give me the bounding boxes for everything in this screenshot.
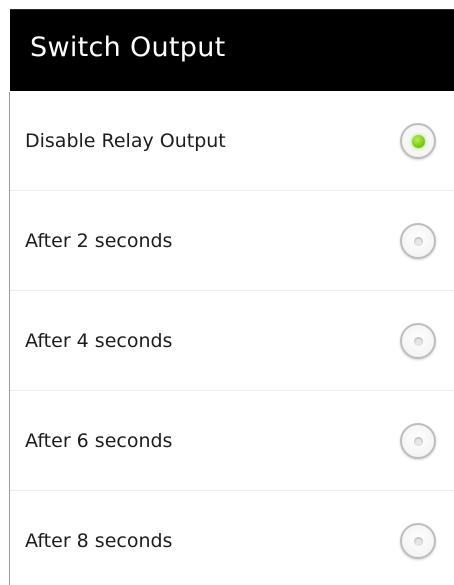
option-list: Disable Relay Output After 2 seconds Aft… (10, 91, 454, 585)
radio-button[interactable] (400, 323, 436, 359)
status-bar-remnant (0, 0, 454, 9)
radio-button[interactable] (400, 223, 436, 259)
screen: Switch Output Disable Relay Output After… (0, 0, 454, 585)
radio-button[interactable] (400, 423, 436, 459)
option-label: After 2 seconds (25, 230, 173, 252)
option-after-4-seconds[interactable]: After 4 seconds (10, 291, 454, 391)
option-label: Disable Relay Output (25, 130, 226, 152)
radio-button[interactable] (400, 523, 436, 559)
radio-unselected-icon (413, 236, 423, 246)
switch-output-dialog: Switch Output Disable Relay Output After… (0, 9, 454, 585)
option-label: After 4 seconds (25, 330, 173, 352)
option-label: After 8 seconds (25, 530, 173, 552)
dialog-title: Switch Output (30, 32, 226, 63)
option-after-2-seconds[interactable]: After 2 seconds (10, 191, 454, 291)
radio-unselected-icon (413, 436, 423, 446)
option-after-6-seconds[interactable]: After 6 seconds (10, 391, 454, 491)
radio-button[interactable] (400, 123, 436, 159)
option-label: After 6 seconds (25, 430, 173, 452)
radio-unselected-icon (413, 336, 423, 346)
option-disable-relay-output[interactable]: Disable Relay Output (10, 91, 454, 191)
option-after-8-seconds[interactable]: After 8 seconds (10, 491, 454, 585)
dialog-header: Switch Output (10, 9, 454, 91)
radio-selected-icon (411, 134, 425, 148)
radio-unselected-icon (413, 536, 423, 546)
